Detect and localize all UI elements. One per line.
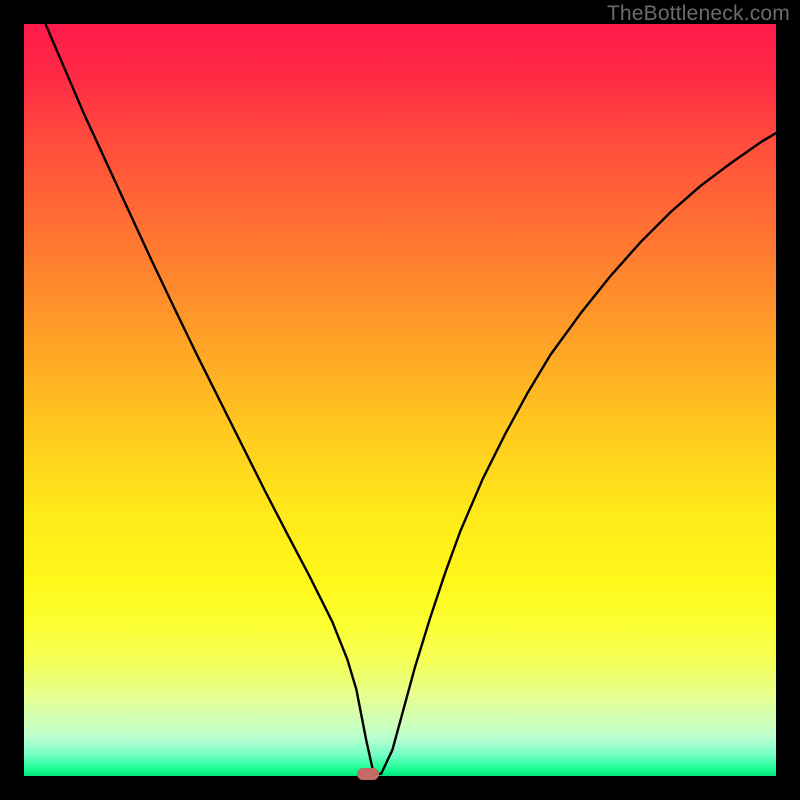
optimal-point-marker [357, 768, 379, 780]
chart-frame: TheBottleneck.com [0, 0, 800, 800]
plot-area [24, 24, 776, 776]
bottleneck-curve [24, 24, 776, 776]
watermark-text: TheBottleneck.com [607, 2, 790, 26]
